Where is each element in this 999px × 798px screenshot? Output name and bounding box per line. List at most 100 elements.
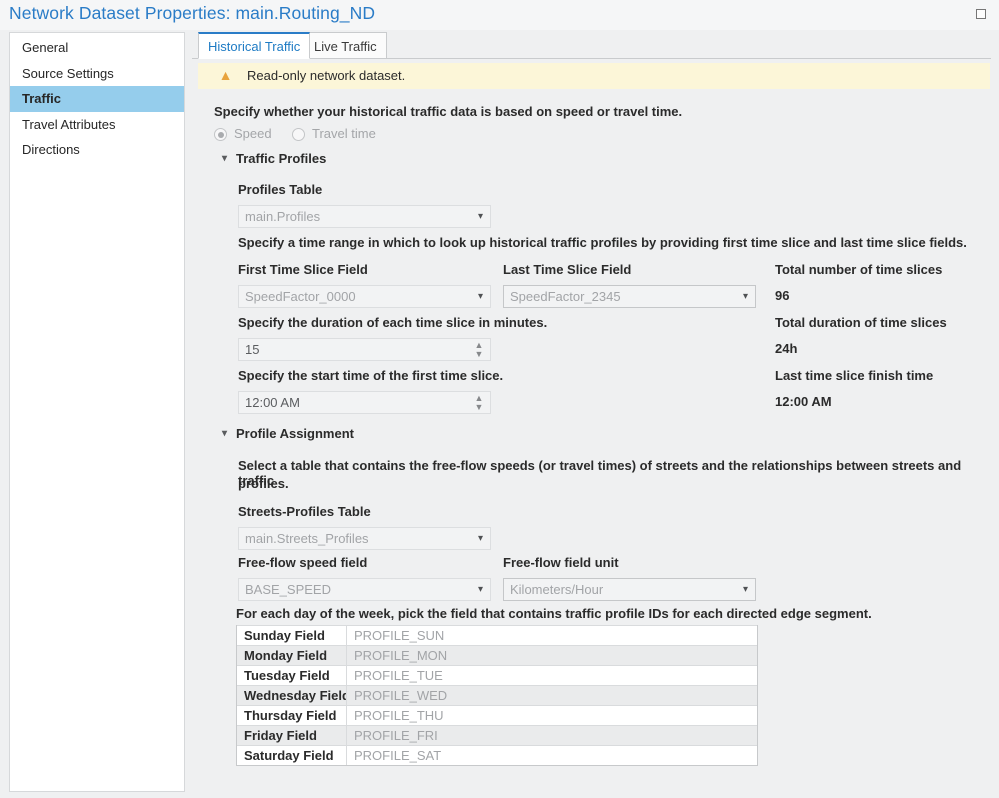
free-flow-speed-field-value: BASE_SPEED: [245, 582, 331, 597]
day-label: Sunday Field: [237, 626, 347, 645]
table-row[interactable]: Wednesday Field PROFILE_WED: [237, 685, 757, 705]
free-flow-field-unit-value: Kilometers/Hour: [510, 582, 604, 597]
day-field-value[interactable]: PROFILE_WED: [347, 686, 757, 705]
chevron-down-icon: ▾: [477, 584, 483, 595]
first-slice-start-time-stepper[interactable]: 12:00 AM ▲ ▼: [238, 391, 491, 414]
sidebar-item-label: Source Settings: [22, 65, 114, 81]
first-time-slice-label: First Time Slice Field: [238, 262, 368, 277]
tab-label: Live Traffic: [314, 39, 377, 54]
sidebar-item-general[interactable]: General: [10, 35, 184, 61]
settings-sidebar: General Source Settings Traffic Travel A…: [9, 32, 185, 792]
last-time-slice-label: Last Time Slice Field: [503, 262, 632, 277]
day-label: Monday Field: [237, 646, 347, 665]
chevron-down-icon: ▾: [477, 291, 483, 302]
chevron-down-icon: ▾: [221, 428, 228, 439]
free-flow-speed-field-label: Free-flow speed field: [238, 555, 368, 570]
sidebar-item-directions[interactable]: Directions: [10, 137, 184, 163]
time-slice-duration-value: 15: [245, 342, 260, 357]
streets-profiles-table-value: main.Streets_Profiles: [245, 531, 369, 546]
profiles-table-dropdown[interactable]: main.Profiles ▾: [238, 205, 491, 228]
time-slice-duration-stepper[interactable]: 15 ▲ ▼: [238, 338, 491, 361]
tab-historical-traffic[interactable]: Historical Traffic: [198, 32, 311, 59]
table-row[interactable]: Tuesday Field PROFILE_TUE: [237, 665, 757, 685]
table-row[interactable]: Thursday Field PROFILE_THU: [237, 705, 757, 725]
first-time-slice-dropdown[interactable]: SpeedFactor_0000 ▾: [238, 285, 491, 308]
chevron-down-icon: ▾: [477, 211, 483, 222]
total-time-slices-label: Total number of time slices: [775, 262, 943, 277]
data-basis-description: Specify whether your historical traffic …: [214, 104, 683, 119]
stepper-buttons[interactable]: ▲ ▼: [472, 392, 486, 413]
day-label: Friday Field: [237, 726, 347, 745]
restore-window-icon: [976, 9, 986, 19]
free-flow-field-unit-label: Free-flow field unit: [503, 555, 619, 570]
profiles-table-value: main.Profiles: [245, 209, 321, 224]
table-row[interactable]: Monday Field PROFILE_MON: [237, 645, 757, 665]
chevron-down-icon: ▾: [742, 584, 748, 595]
day-field-value[interactable]: PROFILE_SAT: [347, 746, 757, 765]
window-title: Network Dataset Properties: main.Routing…: [9, 3, 376, 23]
free-flow-speed-field-dropdown[interactable]: BASE_SPEED ▾: [238, 578, 491, 601]
section-header-profile-assignment[interactable]: ▾ Profile Assignment: [218, 425, 438, 442]
radio-travel-time-indicator: [292, 128, 305, 141]
warning-triangle-icon: ▲: [218, 67, 233, 83]
chevron-down-icon[interactable]: ▼: [472, 349, 486, 359]
section-title: Traffic Profiles: [236, 151, 327, 166]
total-time-slices-value: 96: [775, 288, 790, 303]
table-row[interactable]: Saturday Field PROFILE_SAT: [237, 745, 757, 765]
traffic-settings-panel: Historical Traffic Live Traffic ▲ Read-o…: [192, 32, 991, 792]
table-row[interactable]: Sunday Field PROFILE_SUN: [237, 625, 757, 645]
day-field-value[interactable]: PROFILE_THU: [347, 706, 757, 725]
sidebar-item-source-settings[interactable]: Source Settings: [10, 61, 184, 87]
profile-assignment-description-line2: profiles.: [238, 476, 289, 491]
sidebar-item-traffic[interactable]: Traffic: [10, 86, 184, 112]
sidebar-item-label: Traffic: [22, 91, 62, 106]
day-label: Tuesday Field: [237, 666, 347, 685]
tab-live-traffic[interactable]: Live Traffic: [304, 32, 387, 59]
day-field-value[interactable]: PROFILE_MON: [347, 646, 757, 665]
day-field-value[interactable]: PROFILE_SUN: [347, 626, 757, 645]
last-slice-finish-label: Last time slice finish time: [775, 368, 934, 383]
warning-text: Read-only network dataset.: [247, 68, 406, 83]
time-range-description: Specify a time range in which to look up…: [238, 235, 967, 250]
tab-label: Historical Traffic: [208, 39, 301, 54]
first-slice-start-time-value: 12:00 AM: [245, 395, 300, 410]
total-duration-value: 24h: [775, 341, 798, 356]
radio-speed-label: Speed: [234, 126, 272, 141]
restore-window-button[interactable]: [973, 6, 991, 24]
day-field-value[interactable]: PROFILE_TUE: [347, 666, 757, 685]
last-slice-finish-value: 12:00 AM: [775, 394, 832, 409]
chevron-down-icon[interactable]: ▼: [472, 402, 486, 412]
chevron-down-icon: ▾: [742, 291, 748, 302]
radio-speed-indicator: [214, 128, 227, 141]
sidebar-item-label: Directions: [22, 142, 80, 157]
section-title: Profile Assignment: [236, 426, 354, 441]
duration-description: Specify the duration of each time slice …: [238, 315, 548, 330]
first-time-slice-value: SpeedFactor_0000: [245, 289, 356, 304]
section-header-traffic-profiles[interactable]: ▾ Traffic Profiles: [218, 150, 418, 167]
day-fields-description: For each day of the week, pick the field…: [236, 606, 872, 621]
day-label: Thursday Field: [237, 706, 347, 725]
day-fields-table: Sunday Field PROFILE_SUN Monday Field PR…: [236, 625, 758, 766]
free-flow-field-unit-dropdown[interactable]: Kilometers/Hour ▾: [503, 578, 756, 601]
window-title-bar: Network Dataset Properties: main.Routing…: [0, 0, 999, 30]
profiles-table-label: Profiles Table: [238, 182, 323, 197]
profile-assignment-description-line1: Select a table that contains the free-fl…: [238, 458, 962, 488]
tab-strip: Historical Traffic Live Traffic: [192, 32, 991, 59]
last-time-slice-value: SpeedFactor_2345: [510, 289, 621, 304]
sidebar-item-travel-attributes[interactable]: Travel Attributes: [10, 112, 184, 138]
read-only-warning-banner: ▲ Read-only network dataset.: [198, 63, 990, 89]
table-row[interactable]: Friday Field PROFILE_FRI: [237, 725, 757, 745]
day-label: Wednesday Field: [237, 686, 347, 705]
chevron-down-icon: ▾: [221, 153, 228, 164]
radio-travel-time-label: Travel time: [312, 126, 376, 141]
sidebar-item-label: Travel Attributes: [22, 116, 116, 132]
day-field-value[interactable]: PROFILE_FRI: [347, 726, 757, 745]
start-time-description: Specify the start time of the first time…: [238, 368, 504, 383]
day-label: Saturday Field: [237, 746, 347, 765]
total-duration-label: Total duration of time slices: [775, 315, 947, 330]
last-time-slice-dropdown[interactable]: SpeedFactor_2345 ▾: [503, 285, 756, 308]
streets-profiles-table-dropdown[interactable]: main.Streets_Profiles ▾: [238, 527, 491, 550]
stepper-buttons[interactable]: ▲ ▼: [472, 339, 486, 360]
sidebar-item-label: General: [22, 40, 69, 55]
streets-profiles-table-label: Streets-Profiles Table: [238, 504, 371, 519]
